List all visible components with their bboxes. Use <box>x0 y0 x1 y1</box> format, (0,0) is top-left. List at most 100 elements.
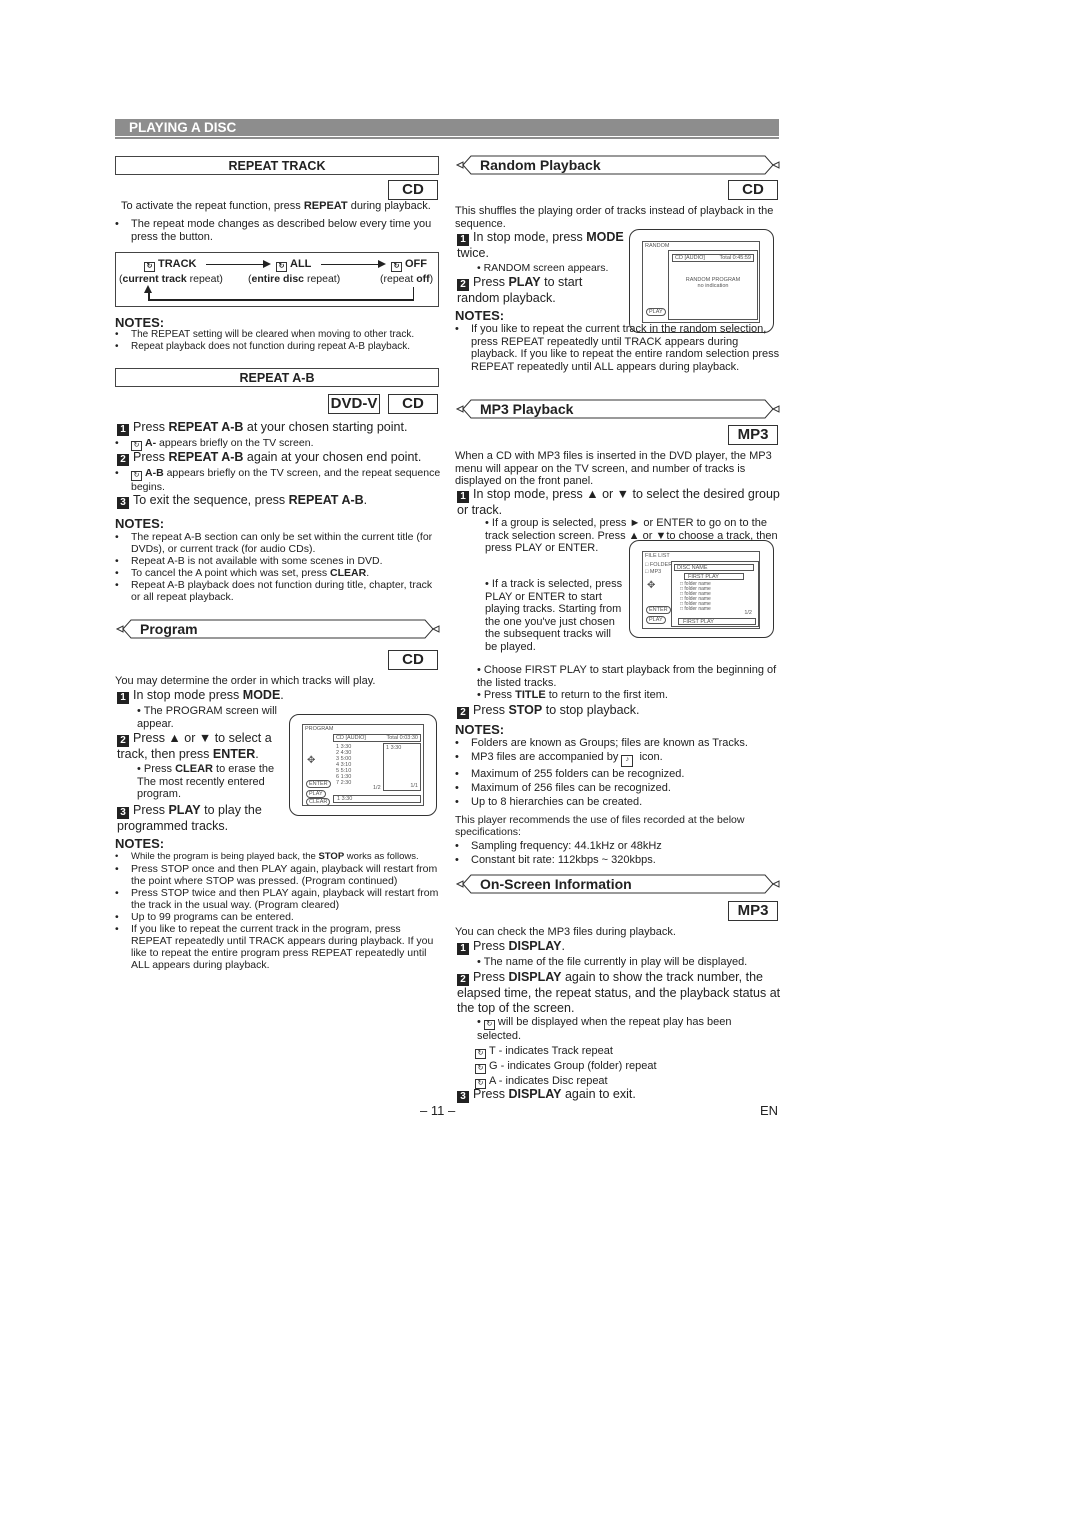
loop-back-arrow <box>148 299 414 301</box>
dvd-v-badge: DVD-V <box>328 394 380 414</box>
mp3-step-2: 2 Press STOP to stop playback. <box>457 703 782 719</box>
play-button[interactable]: PLAY <box>306 790 326 798</box>
mp3-spec-intro: This player recommends the use of files … <box>455 814 745 838</box>
note-item: • To cancel the A point which was set, pr… <box>115 567 370 579</box>
repeat-ab-notes: • The repeat A-B section can only be set … <box>115 531 441 603</box>
spec-item: • Sampling frequency: 44.1kHz or 48kHz <box>455 840 662 852</box>
onscreen-step-3: 3 Press DISPLAY again to exit. <box>457 1087 782 1103</box>
onscreen-step-2-bullet: • ↻ will be displayed when the repeat pla… <box>477 1016 732 1042</box>
mp3-tv-screen: FILE LIST □ FOLDER □ MP3 DISC NAME FIRST… <box>629 540 774 638</box>
cd-badge: CD <box>388 394 438 414</box>
mp3-intro: When a CD with MP3 files is inserted in … <box>455 450 772 487</box>
folder-item[interactable]: □ folder name <box>680 607 711 612</box>
cycle-all: ↻ ALL <box>276 258 311 272</box>
repeat-ab-step-2: 2 Press REPEAT A-B again at your chosen e… <box>117 450 447 466</box>
mp3-bullet-2: • If a track is selected, press PLAY or … <box>485 578 623 653</box>
enter-button[interactable]: ENTER <box>306 780 331 788</box>
program-heading: Program <box>140 621 198 637</box>
arrow-right-icon <box>206 264 266 265</box>
screen-title: PROGRAM <box>305 726 334 732</box>
program-step-2: 2 Press ▲ or ▼ to select a track, then pr… <box>117 731 272 761</box>
note-item: • Press STOP once and then PLAY again, pl… <box>115 863 438 887</box>
repeat-track-heading: REPEAT TRACK <box>115 156 439 175</box>
notes-title: NOTES: <box>115 516 165 531</box>
program-tv-screen: PROGRAM CD [AUDIO] Total 0:03:30 1 3:30 … <box>289 714 437 816</box>
dpad-icon: ✥ <box>307 755 316 766</box>
random-step-1-bullet: • RANDOM screen appears. <box>477 262 609 274</box>
note-item: • While the program is being played back,… <box>115 851 419 862</box>
note-item: • Repeat playback does not function durin… <box>115 341 411 352</box>
random-step-2: 2 Press PLAY to start random playback. <box>457 275 583 305</box>
file-list-screen: FILE LIST □ FOLDER □ MP3 DISC NAME FIRST… <box>642 551 760 629</box>
screen-title: RANDOM <box>645 243 670 249</box>
folder-legend: FOLDER <box>649 562 673 568</box>
program-step-3: 3 Press PLAY to play the programmed track… <box>117 803 262 833</box>
repeat-icon: ↻ <box>391 262 402 272</box>
cd-badge: CD <box>728 180 778 200</box>
cycle-track: ↻ TRACK <box>144 258 197 272</box>
random-step-1: 1 In stop mode, press MODE twice. <box>457 230 624 260</box>
cycle-off-desc: (repeat off) <box>380 273 434 285</box>
play-button[interactable]: PLAY <box>646 308 666 316</box>
cd-badge: CD <box>388 180 438 200</box>
enter-button[interactable]: ENTER <box>646 606 671 614</box>
program-section-header: Program <box>115 618 440 640</box>
program-list: 1 3:30 1/1 <box>383 743 421 791</box>
track-item[interactable]: 7 2:30 <box>336 780 351 786</box>
repeat-track-intro: To activate the repeat function, press R… <box>121 200 431 212</box>
page-number: – 11 – <box>420 1103 456 1118</box>
mp3-file-icon: ♪ <box>621 755 634 767</box>
repeat-icon: ↻ <box>475 1064 486 1074</box>
play-button[interactable]: PLAY <box>646 616 666 624</box>
repeat-icon: ↻ <box>131 471 142 481</box>
repeat-cycle-diagram: ↻ TRACK ↻ ALL ↻ OFF (current track repeat) … <box>115 252 439 307</box>
random-section-header: Random Playback <box>455 154 780 176</box>
dpad-icon: ✥ <box>647 580 656 591</box>
note-item: • Maximum of 255 folders can be recognize… <box>455 768 685 780</box>
program-notes: • While the program is being played back,… <box>115 851 441 971</box>
language-label: EN <box>760 1103 779 1118</box>
section-banner: PLAYING A DISC <box>115 119 779 136</box>
mp3-notes: • Folders are known as Groups; files are … <box>455 736 780 809</box>
random-note: • If you like to repeat the current track… <box>455 323 780 373</box>
repeat-track-bullet: • The repeat mode changes as described be… <box>115 218 432 243</box>
repeat-ab-step-1-bullet: • ↻ A- appears briefly on the TV screen. <box>115 437 314 451</box>
note-item: • Up to 8 hierarchies can be created. <box>455 796 643 808</box>
note-item: • Folders are known as Groups; files are … <box>455 737 748 749</box>
cycle-track-desc: (current track repeat) <box>119 273 223 285</box>
mp3-section-header: MP3 Playback <box>455 398 780 420</box>
note-item: • Up to 99 programs can be entered. <box>115 911 294 923</box>
mp3-legend: MP3 <box>649 569 662 575</box>
random-intro: This shuffles the playing order of track… <box>455 205 774 230</box>
first-play-item[interactable]: FIRST PLAY <box>684 573 744 580</box>
program-intro: You may determine the order in which tra… <box>115 675 376 687</box>
notes-title: NOTES: <box>115 836 165 851</box>
program-step-1: 1 In stop mode press MODE. <box>117 688 317 704</box>
onscreen-heading: On-Screen Information <box>480 876 632 892</box>
spec-item: • Constant bit rate: 112kbps ~ 320kbps. <box>455 854 656 866</box>
mp3-step-1: 1 In stop mode, press ▲ or ▼ to select th… <box>457 487 780 517</box>
repeat-track-notes: • The REPEAT setting will be cleared when… <box>115 329 441 353</box>
notes-title: NOTES: <box>115 315 165 330</box>
onscreen-step-2: 2 Press DISPLAY again to show the track n… <box>457 970 781 1015</box>
program-screen: PROGRAM CD [AUDIO] Total 0:03:30 1 3:30 … <box>302 724 424 806</box>
onscreen-section-header: On-Screen Information <box>455 873 780 895</box>
repeat-icon: ↻ <box>483 1020 495 1030</box>
indicator-item: ↻ T - indicates Track repeat <box>475 1044 775 1059</box>
program-step-1-bullet: • The PROGRAM screen will appear. <box>137 705 277 730</box>
onscreen-step-1-bullet: • The name of the file currently in play… <box>477 956 748 968</box>
note-item: • If you like to repeat the current track… <box>115 923 434 971</box>
notes-title: NOTES: <box>455 722 505 737</box>
note-item: • Maximum of 256 files can be recognized. <box>455 782 671 794</box>
banner-divider <box>115 137 779 139</box>
note-item: • The repeat A-B section can only be set … <box>115 531 433 555</box>
repeat-icon: ↻ <box>475 1049 486 1059</box>
note-item: • MP3 files are accompanied by ♪ icon. <box>455 750 780 767</box>
repeat-icon: ↻ <box>276 262 287 272</box>
note-item: • Repeat A-B is not available with some s… <box>115 555 383 567</box>
onscreen-step-1: 1 Press DISPLAY. <box>457 939 782 955</box>
clear-button[interactable]: CLEAR <box>306 798 331 806</box>
repeat-ab-heading: REPEAT A-B <box>115 368 439 387</box>
indicator-item: ↻ G - indicates Group (folder) repeat <box>475 1059 775 1074</box>
repeat-ab-step-2-bullet: • ↻ A-B appears briefly on the TV screen, … <box>115 467 441 493</box>
